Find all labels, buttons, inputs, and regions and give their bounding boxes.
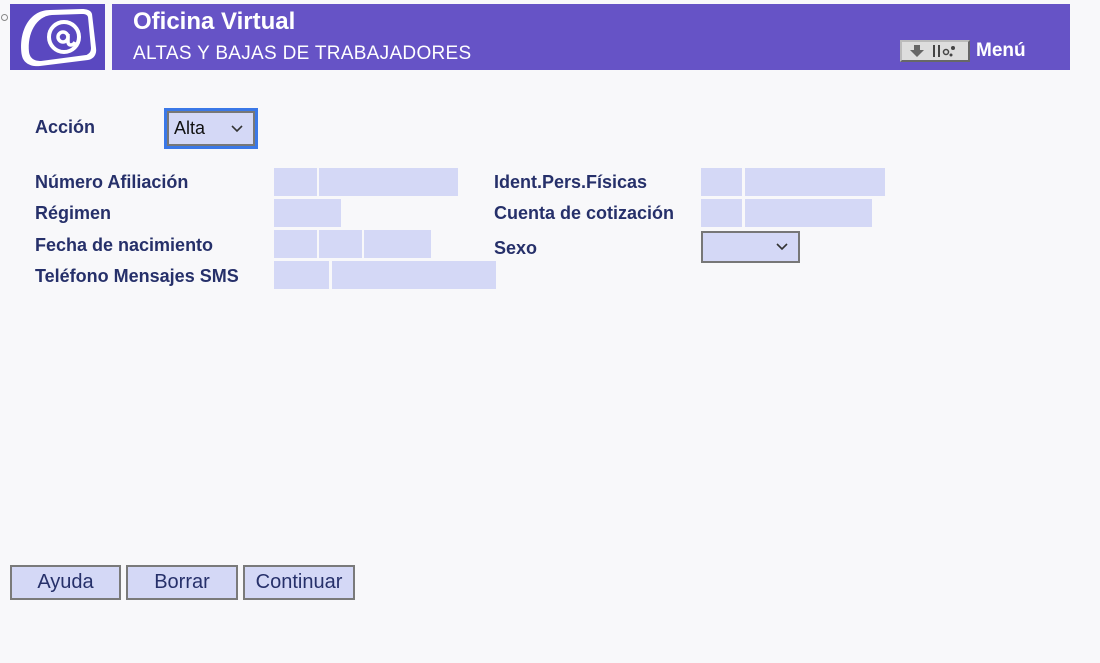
regimen-input[interactable] [274,199,341,227]
accion-select[interactable]: Alta [164,108,258,149]
continuar-button[interactable]: Continuar [243,565,355,600]
chevron-down-icon [776,243,788,251]
numero-afiliacion-label: Número Afiliación [35,172,189,192]
menu-label: Menú [976,40,1026,61]
fecha-nacimiento-year-input[interactable] [364,230,431,258]
chevron-down-icon [231,124,243,132]
page-subtitle: ALTAS Y BAJAS DE TRABAJADORES [133,43,472,64]
telefono-sms-label: Teléfono Mensajes SMS [35,266,239,286]
numero-afiliacion-prov-input[interactable] [274,168,317,196]
header-bar: Oficina Virtual ALTAS Y BAJAS DE TRABAJA… [112,4,1070,70]
at-sign-logo-icon [21,9,97,67]
cuenta-cotizacion-numero-input[interactable] [745,199,872,227]
menu-button[interactable]: Menú [900,40,1026,62]
ident-pers-tipo-input[interactable] [701,168,742,196]
menu-arrow-icon [900,40,970,62]
fecha-nacimiento-month-input[interactable] [319,230,362,258]
cuenta-cotizacion-label: Cuenta de cotización [494,203,675,223]
ident-pers-fisicas-label: Ident.Pers.Físicas [494,172,648,192]
telefono-numero-input[interactable] [332,261,496,289]
app-title: Oficina Virtual [133,8,296,35]
sexo-select[interactable] [701,231,800,263]
accion-label: Acción [35,117,96,137]
corner-marker [1,14,8,21]
regimen-label: Régimen [35,203,112,223]
logo [10,4,105,70]
ident-pers-numero-input[interactable] [745,168,885,196]
ayuda-button[interactable]: Ayuda [10,565,121,600]
borrar-button[interactable]: Borrar [126,565,238,600]
numero-afiliacion-numero-input[interactable] [319,168,458,196]
cuenta-cotizacion-regimen-input[interactable] [701,199,742,227]
telefono-prefijo-input[interactable] [274,261,329,289]
fecha-nacimiento-label: Fecha de nacimiento [35,235,214,255]
sexo-label: Sexo [494,238,538,258]
fecha-nacimiento-day-input[interactable] [274,230,317,258]
accion-select-value: Alta [174,118,206,138]
